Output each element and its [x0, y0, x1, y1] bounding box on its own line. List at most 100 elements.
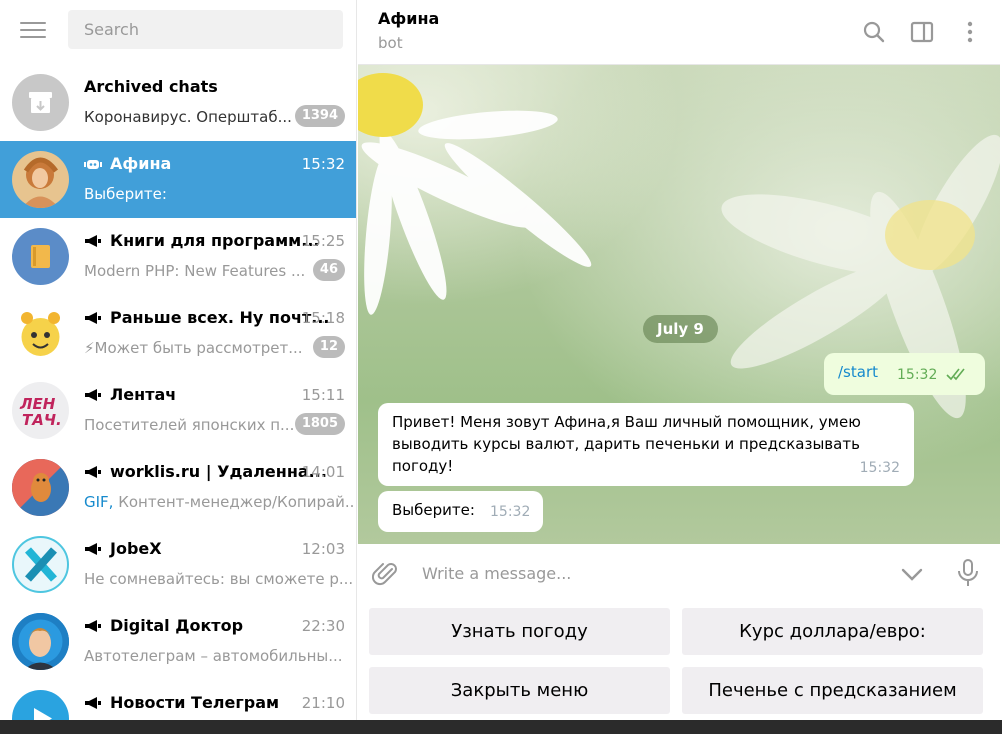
- search-input[interactable]: [68, 10, 343, 49]
- avatar: [12, 305, 69, 362]
- chat-title-text: Лентач: [110, 385, 177, 404]
- megaphone-icon: [85, 234, 101, 247]
- chat-preview: Выберите:: [84, 185, 167, 203]
- megaphone-icon: [85, 311, 101, 324]
- chat-title: Archived chats: [84, 77, 218, 96]
- taskbar-strip: [0, 720, 1002, 734]
- chat-preview: Не сомневайтесь: вы сможете р...: [84, 570, 354, 588]
- message-text: Привет! Меня зовут Афина,я Ваш личный по…: [392, 413, 861, 475]
- chat-header: Афина bot: [358, 0, 1002, 65]
- chat-title-text: Новости Телеграм: [110, 693, 280, 712]
- message-time: 15:32: [490, 504, 531, 520]
- message-text: Выберите:: [392, 501, 475, 519]
- chat-preview: Автотелеграм – автомобильны...: [84, 647, 343, 665]
- bot-icon: [84, 159, 102, 169]
- bot-keyboard: Узнать погоду Курс доллара/евро: Закрыть…: [358, 602, 1002, 720]
- chat-preview: Посетителей японских п...: [84, 416, 295, 434]
- sidebar-topbar: [0, 0, 356, 64]
- chat-title-text: Раньше всех. Ну почт...: [110, 308, 330, 327]
- double-check-icon: [946, 368, 965, 381]
- chat-preview: Modern PHP: New Features ...: [84, 262, 306, 280]
- chat-time: 15:18: [301, 309, 345, 327]
- avatar: [12, 228, 69, 285]
- chat-time: 21:10: [301, 694, 345, 712]
- chat-title: Лентач: [84, 385, 176, 404]
- keyboard-button-close-menu[interactable]: Закрыть меню: [369, 667, 670, 714]
- chat-title: Digital Доктор: [84, 616, 243, 635]
- chat-title-text: Книги для программ...: [110, 231, 320, 250]
- unread-badge: 1394: [294, 105, 345, 127]
- chat-preview: Коронавирус. Оперштаб...: [84, 108, 292, 126]
- microphone-icon[interactable]: [956, 558, 980, 588]
- chat-title: worklis.ru | Удаленна...: [84, 462, 327, 481]
- lentach-logo: ЛЕНТАЧ.: [19, 395, 62, 429]
- chat-title-text: JobeX: [110, 539, 162, 558]
- unread-badge: 1805: [294, 413, 345, 435]
- sidebar-toggle-icon[interactable]: [909, 19, 935, 45]
- chat-item-jobex[interactable]: JobeX 12:03 Не сомневайтесь: вы сможете …: [0, 526, 356, 603]
- avatar: [12, 613, 69, 670]
- chat-time: 14:01: [301, 463, 345, 481]
- chat-time: 12:03: [301, 540, 345, 558]
- megaphone-icon: [85, 542, 101, 555]
- chat-item-worklis[interactable]: worklis.ru | Удаленна... 14:01 GIF, Конт…: [0, 449, 357, 526]
- unread-badge: 46: [312, 259, 345, 281]
- chat-item-afina[interactable]: Афина 15:32 Выберите:: [0, 141, 356, 218]
- avatar: [12, 459, 69, 516]
- chat-preview: GIF, Контент-менеджер/Копирай...: [84, 493, 357, 511]
- megaphone-icon: [85, 619, 101, 632]
- chat-preview-text: Контент-менеджер/Копирай...: [118, 493, 357, 511]
- svg-text:ТАЧ.: ТАЧ.: [22, 411, 62, 429]
- chat-item-books[interactable]: Книги для программ... 15:25 Modern PHP: …: [0, 218, 356, 295]
- chat-title-text: worklis.ru | Удаленна...: [110, 462, 327, 481]
- menu-icon[interactable]: [20, 22, 46, 40]
- keyboard-button-currency[interactable]: Курс доллара/евро:: [682, 608, 983, 655]
- chat-panel: Афина bot July 9 /start 15:32 Привет! Ме…: [358, 0, 1002, 720]
- message-time: 15:32: [897, 367, 938, 383]
- avatar: [12, 536, 69, 593]
- keyboard-button-weather[interactable]: Узнать погоду: [369, 608, 670, 655]
- chevron-down-icon[interactable]: [900, 562, 924, 586]
- chat-wallpaper: July 9 /start 15:32 Привет! Меня зовут А…: [358, 65, 1002, 544]
- chat-header-title: Афина: [378, 9, 440, 28]
- chat-item-archived[interactable]: Archived chats Коронавирус. Оперштаб... …: [0, 64, 356, 141]
- chat-title: JobeX: [84, 539, 162, 558]
- chat-item-telegram-news[interactable]: Новости Телеграм 21:10: [0, 680, 356, 720]
- unread-badge: 12: [312, 336, 345, 358]
- megaphone-icon: [85, 696, 101, 709]
- message-outgoing[interactable]: /start 15:32: [824, 353, 985, 395]
- chat-item-lentach[interactable]: ЛЕН ТАЧ. Лентач 15:11 Посетителей японски…: [0, 372, 356, 449]
- chat-item-early[interactable]: Раньше всех. Ну почт... 15:18 ⚡Может быт…: [0, 295, 356, 372]
- chat-title: Афина: [84, 154, 171, 173]
- chat-title-text: Digital Доктор: [110, 616, 244, 635]
- avatar: [12, 151, 69, 208]
- chat-item-digital-doctor[interactable]: Digital Доктор 22:30 Автотелеграм – авто…: [0, 603, 356, 680]
- chat-list-sidebar: Archived chats Коронавирус. Оперштаб... …: [0, 0, 357, 720]
- chat-time: 15:25: [301, 232, 345, 250]
- chat-time: 15:11: [301, 386, 345, 404]
- chat-preview: ⚡Может быть рассмотрет...: [84, 339, 303, 357]
- chat-time: 22:30: [301, 617, 345, 635]
- gif-label: GIF,: [84, 493, 114, 511]
- message-text: /start: [838, 363, 878, 381]
- message-incoming[interactable]: Выберите: 15:32: [378, 491, 543, 532]
- search-icon[interactable]: [861, 19, 887, 45]
- chat-title: Книги для программ...: [84, 231, 319, 250]
- megaphone-icon: [85, 465, 101, 478]
- chat-title-text: Афина: [110, 154, 172, 173]
- chat-time: 15:32: [301, 155, 345, 173]
- chat-header-subtitle: bot: [378, 34, 403, 52]
- attach-icon[interactable]: [372, 559, 400, 587]
- message-composer: [358, 544, 1002, 602]
- more-icon[interactable]: [957, 19, 983, 45]
- avatar: [12, 690, 69, 720]
- chat-title: Новости Телеграм: [84, 693, 279, 712]
- archive-icon: [12, 74, 69, 131]
- keyboard-button-fortune-cookie[interactable]: Печенье с предсказанием: [682, 667, 983, 714]
- message-time: 15:32: [859, 460, 900, 476]
- message-input[interactable]: [422, 558, 882, 588]
- megaphone-icon: [85, 388, 101, 401]
- avatar: ЛЕН ТАЧ.: [12, 382, 69, 439]
- message-incoming[interactable]: Привет! Меня зовут Афина,я Ваш личный по…: [378, 403, 914, 486]
- date-separator: July 9: [643, 315, 718, 343]
